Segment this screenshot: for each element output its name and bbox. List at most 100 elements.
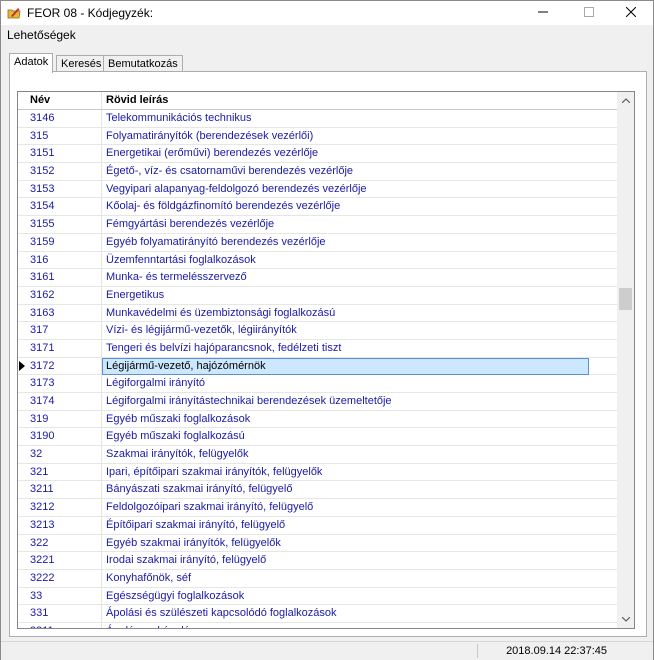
cell-code[interactable]: 33 xyxy=(30,590,42,602)
cell-description[interactable]: Ipari, építőipari szakmai irányítók, fel… xyxy=(106,466,322,478)
cell-code[interactable]: 3171 xyxy=(30,342,54,354)
table-row[interactable]: 3146 Telekommunikációs technikus xyxy=(18,110,618,128)
cell-code[interactable]: 3172 xyxy=(30,360,54,372)
cell-description[interactable]: Légiforgalmi irányítástechnikai berendez… xyxy=(106,395,392,407)
cell-description[interactable]: Fémgyártási berendezés vezérlője xyxy=(106,218,274,230)
cell-description[interactable]: Vízi- és légijármű-vezetők, légiirányító… xyxy=(106,324,297,336)
tab-kereses[interactable]: Keresés xyxy=(56,55,107,72)
cell-description[interactable]: Egészségügyi foglalkozások xyxy=(106,590,244,602)
vertical-scrollbar[interactable] xyxy=(617,92,634,628)
cell-description[interactable]: Légiforgalmi irányító xyxy=(106,377,205,389)
table-row[interactable]: 3153 Vegyipari alapanyag-feldolgozó beren… xyxy=(18,181,618,199)
cell-code[interactable]: 322 xyxy=(30,537,48,549)
table-row[interactable]: 33 Egészségügyi foglalkozások xyxy=(18,588,618,606)
cell-code[interactable]: 3155 xyxy=(30,218,54,230)
table-row[interactable]: 3154 Kőolaj- és földgázfinomító berendezé… xyxy=(18,198,618,217)
table-row[interactable]: 3151 Energetikai (erőművi) berendezés vez… xyxy=(18,145,618,164)
cell-description[interactable]: Irodai szakmai irányító, felügyelő xyxy=(106,554,266,566)
table-row[interactable]: 3173 Légiforgalmi irányító xyxy=(18,375,618,393)
cell-description[interactable]: Energetikai (erőművi) berendezés vezérlő… xyxy=(106,147,318,159)
table-row[interactable]: 3222 Konyhafőnök, séf xyxy=(18,570,618,588)
cell-code[interactable]: 3174 xyxy=(30,395,54,407)
column-header-nev[interactable]: Név xyxy=(30,94,50,106)
cell-description[interactable]: Telekommunikációs technikus xyxy=(106,112,252,124)
cell-description[interactable]: Építőipari szakmai irányító, felügyelő xyxy=(106,519,285,531)
cell-description[interactable]: Munkavédelmi és üzembiztonsági foglalkoz… xyxy=(106,307,335,319)
cell-description[interactable]: Vegyipari alapanyag-feldolgozó berendezé… xyxy=(106,183,367,195)
cell-code[interactable]: 3154 xyxy=(30,200,54,212)
cell-code[interactable]: 3211 xyxy=(30,483,54,495)
cell-code[interactable]: 317 xyxy=(30,324,48,336)
cell-description[interactable]: Folyamatirányítók (berendezések vezérlői… xyxy=(106,130,313,142)
menu-lehetosegek[interactable]: Lehetőségek xyxy=(7,28,76,42)
maximize-button[interactable] xyxy=(567,1,611,25)
close-button[interactable] xyxy=(609,1,653,25)
cell-description[interactable]: Egyéb műszaki foglalkozások xyxy=(106,413,250,425)
table-row[interactable]: 315 Folyamatirányítók (berendezések vezér… xyxy=(18,128,618,146)
scroll-down-arrow-icon[interactable] xyxy=(617,611,634,628)
cell-description[interactable]: Feldolgozóipari szakmai irányító, felügy… xyxy=(106,501,313,513)
cell-description[interactable]: Egyéb szakmai irányítók, felügyelők xyxy=(106,537,281,549)
cell-code[interactable]: 32 xyxy=(30,448,42,460)
cell-description[interactable]: Konyhafőnök, séf xyxy=(106,572,191,584)
cell-code[interactable]: 3153 xyxy=(30,183,54,195)
cell-code[interactable]: 3151 xyxy=(30,147,54,159)
cell-code[interactable]: 321 xyxy=(30,466,48,478)
cell-code[interactable]: 3212 xyxy=(30,501,54,513)
table-row[interactable]: 3211 Bányászati szakmai irányító, felügye… xyxy=(18,481,618,500)
table-row[interactable]: 3190 Egyéb műszaki foglalkozású xyxy=(18,428,618,447)
tab-bemutatkozas[interactable]: Bemutatkozás xyxy=(103,55,183,72)
table-row[interactable]: 319 Egyéb műszaki foglalkozások xyxy=(18,411,618,429)
cell-description[interactable]: Bányászati szakmai irányító, felügyelő xyxy=(106,483,292,495)
table-row[interactable]: 3155 Fémgyártási berendezés vezérlője xyxy=(18,216,618,234)
cell-description[interactable]: Kőolaj- és földgázfinomító berendezés ve… xyxy=(106,200,340,212)
cell-description[interactable]: Ápoló, szakápoló xyxy=(106,625,190,628)
title-bar[interactable]: FEOR 08 - Kódjegyzék: xyxy=(1,1,653,25)
cell-description[interactable]: Szakmai irányítók, felügyelők xyxy=(106,448,248,460)
table-row[interactable]: 3163 Munkavédelmi és üzembiztonsági fogla… xyxy=(18,305,618,323)
cell-description[interactable]: Üzemfenntartási foglalkozások xyxy=(106,254,256,266)
table-row[interactable]: 3161 Munka- és termelésszervező xyxy=(18,269,618,287)
cell-code[interactable]: 316 xyxy=(30,254,48,266)
table-row[interactable]: 3162 Energetikus xyxy=(18,287,618,305)
table-row[interactable]: 3311 Ápoló, szakápoló xyxy=(18,623,618,628)
table-row[interactable]: 317 Vízi- és légijármű-vezetők, légiirány… xyxy=(18,322,618,340)
cell-description[interactable]: Ápolási és szülészeti kapcsolódó foglalk… xyxy=(106,607,337,619)
table-row[interactable]: 3152 Égető-, víz- és csatornaművi berende… xyxy=(18,163,618,181)
cell-code[interactable]: 3213 xyxy=(30,519,54,531)
table-row[interactable]: 3221 Irodai szakmai irányító, felügyelő xyxy=(18,552,618,570)
table-row[interactable]: 321 Ipari, építőipari szakmai irányítók, … xyxy=(18,464,618,482)
cell-code[interactable]: 319 xyxy=(30,413,48,425)
cell-description[interactable]: Energetikus xyxy=(106,289,164,301)
scrollbar-thumb[interactable] xyxy=(619,288,632,310)
column-header-rovid-leiras[interactable]: Rövid leírás xyxy=(106,94,168,106)
table-row[interactable]: 3159 Egyéb folyamatirányító berendezés ve… xyxy=(18,234,618,252)
table-row[interactable]: 3174 Légiforgalmi irányítástechnikai bere… xyxy=(18,393,618,411)
table-row[interactable]: 3172 Légijármű-vezető, hajózómérnök xyxy=(18,357,618,376)
cell-code[interactable]: 315 xyxy=(30,130,48,142)
table-row[interactable]: 331 Ápolási és szülészeti kapcsolódó fogl… xyxy=(18,605,618,623)
table-row[interactable]: 322 Egyéb szakmai irányítók, felügyelők xyxy=(18,535,618,553)
cell-description[interactable]: Tengeri és belvízi hajóparancsnok, fedél… xyxy=(106,342,341,354)
data-grid[interactable]: Név Rövid leírás 3146 Telekommunikációs t… xyxy=(17,91,635,629)
cell-code[interactable]: 3162 xyxy=(30,289,54,301)
table-row[interactable]: 3212 Feldolgozóipari szakmai irányító, fe… xyxy=(18,499,618,517)
table-row[interactable]: 3213 Építőipari szakmai irányító, felügye… xyxy=(18,517,618,535)
cell-description[interactable]: Egyéb folyamatirányító berendezés vezérl… xyxy=(106,236,326,248)
cell-code[interactable]: 3152 xyxy=(30,165,54,177)
cell-description[interactable]: Égető-, víz- és csatornaművi berendezés … xyxy=(106,165,353,177)
cell-code[interactable]: 3221 xyxy=(30,554,54,566)
cell-code[interactable]: 3146 xyxy=(30,112,54,124)
cell-description[interactable]: Egyéb műszaki foglalkozású xyxy=(106,430,245,442)
minimize-button[interactable] xyxy=(521,1,565,25)
cell-code[interactable]: 3222 xyxy=(30,572,54,584)
cell-code[interactable]: 3159 xyxy=(30,236,54,248)
tab-adatok[interactable]: Adatok xyxy=(9,53,54,73)
table-row[interactable]: 3171 Tengeri és belvízi hajóparancsnok, f… xyxy=(18,340,618,358)
cell-code[interactable]: 3163 xyxy=(30,307,54,319)
scroll-up-arrow-icon[interactable] xyxy=(617,92,634,109)
cell-code[interactable]: 331 xyxy=(30,607,48,619)
cell-description[interactable]: Légijármű-vezető, hajózómérnök xyxy=(102,357,589,375)
cell-code[interactable]: 3190 xyxy=(30,430,54,442)
cell-description[interactable]: Munka- és termelésszervező xyxy=(106,271,247,283)
